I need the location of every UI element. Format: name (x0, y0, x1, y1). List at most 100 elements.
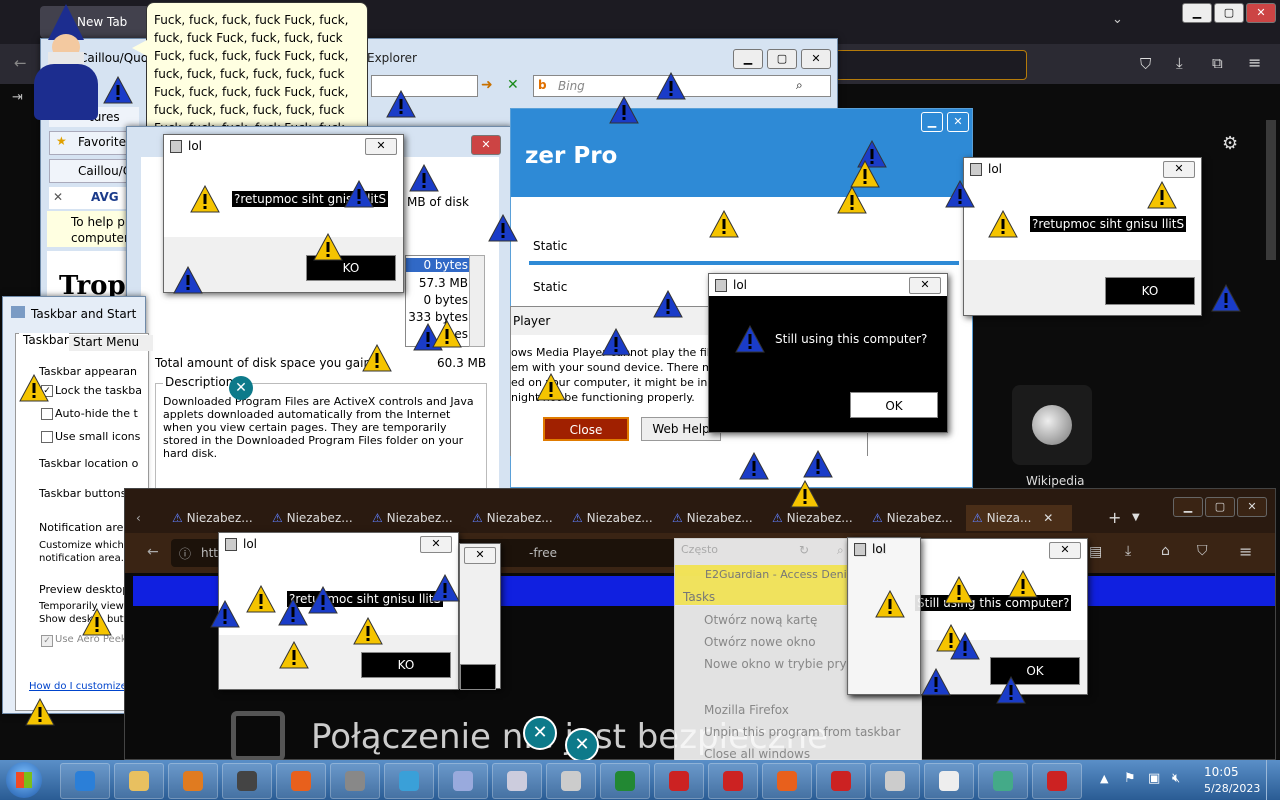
firefox-tab[interactable]: ⚠ Niezabez... (872, 505, 962, 531)
aero-checkbox[interactable]: ✓ (41, 635, 53, 647)
firefox-minimize-button[interactable]: ▁ (1173, 497, 1203, 517)
small-icons-label[interactable]: Use small icons (55, 430, 140, 443)
taskbar-app-button[interactable] (330, 763, 380, 799)
back-icon[interactable]: ← (14, 54, 27, 72)
firefox-tab[interactable]: ⚠ Niezabez... (272, 505, 362, 531)
browser-url-bar[interactable] (830, 50, 1027, 80)
firefox-tab[interactable]: ⚠ Niezabez... (372, 505, 462, 531)
dialog-ok-button[interactable]: KO (361, 652, 451, 678)
taskbar-app-button[interactable] (708, 763, 758, 799)
jumplist-new-window[interactable]: Otwórz nowe okno (704, 635, 816, 649)
disk-cleanup-close-button[interactable]: ✕ (471, 135, 501, 155)
firefox-tab[interactable]: ⚠ Niezabez... (672, 505, 762, 531)
lock-label[interactable]: Lock the taskba (55, 384, 142, 397)
info-icon[interactable]: ⓘ (179, 545, 191, 562)
firefox-tab[interactable]: ⚠ Niezabez... (172, 505, 262, 531)
taskbar-app-button[interactable] (60, 763, 110, 799)
avg-close-icon[interactable]: ✕ (53, 190, 63, 204)
taskbar-app-button[interactable] (978, 763, 1028, 799)
customize-link[interactable]: How do I customize (29, 681, 127, 692)
dialog-close-button[interactable]: ✕ (1163, 161, 1195, 178)
dialog-close-button[interactable]: ✕ (420, 536, 452, 553)
home-icon[interactable]: ⌂ (1161, 543, 1170, 559)
menu-icon[interactable]: ≡ (1239, 542, 1252, 561)
taskbar-app-button[interactable] (600, 763, 650, 799)
search-icon[interactable]: ⌕ (837, 543, 844, 558)
dialog-ok-button-partial[interactable] (460, 664, 496, 690)
sign-in-icon[interactable]: ⇥ (12, 90, 23, 105)
reader-icon[interactable]: ▤ (1089, 544, 1102, 560)
ie-minimize-button[interactable]: ▁ (733, 49, 763, 69)
search-icon[interactable]: ⌕ (796, 78, 803, 93)
analyzer-close-button[interactable]: ✕ (947, 112, 969, 132)
close-circle-icon[interactable]: ✕ (229, 376, 253, 400)
wikipedia-tile[interactable] (1012, 385, 1092, 465)
jumplist-new-tab[interactable]: Otwórz nową kartę (704, 613, 817, 627)
firefox-close-button[interactable]: ✕ (1237, 497, 1267, 517)
close-button[interactable]: ✕ (1246, 3, 1276, 23)
download-icon[interactable]: ⤓ (1176, 54, 1183, 72)
extensions-icon[interactable]: ⧉ (1212, 54, 1223, 72)
small-icons-checkbox[interactable] (41, 431, 53, 443)
minimize-button[interactable]: ▁ (1182, 3, 1212, 23)
pocket-icon[interactable]: ⛉ (1197, 543, 1208, 559)
analyzer-minimize-button[interactable]: ▁ (921, 112, 943, 132)
wikipedia-label[interactable]: Wikipedia (1026, 474, 1085, 488)
menu-icon[interactable]: ≡ (1248, 53, 1261, 72)
scrollbar[interactable] (1266, 120, 1276, 260)
dialog-close-button[interactable]: ✕ (365, 138, 397, 155)
taskbar-app-button[interactable] (114, 763, 164, 799)
shield-icon[interactable]: ⛉ (1140, 55, 1151, 73)
volume-icon[interactable]: 🔇︎ (1172, 771, 1180, 786)
taskbar-app-button[interactable] (546, 763, 596, 799)
tab-list-chevron-icon[interactable]: ▼ (1132, 505, 1140, 531)
jumplist-close-all[interactable]: Close all windows (704, 747, 810, 761)
ie-maximize-button[interactable]: ▢ (767, 49, 797, 69)
autohide-checkbox[interactable] (41, 408, 53, 420)
clock-date[interactable]: 5/28/2023 (1204, 782, 1260, 795)
taskbar-app-button[interactable] (222, 763, 272, 799)
network-icon[interactable]: ▣ (1148, 771, 1160, 786)
download-icon[interactable]: ⤓ (1125, 543, 1131, 559)
tab-close-icon[interactable]: ✕ (1043, 511, 1053, 525)
tray-expand-icon[interactable]: ▲ (1100, 772, 1108, 785)
jumplist-firefox[interactable]: Mozilla Firefox (704, 703, 789, 717)
tab-taskbar[interactable]: Taskbar (19, 333, 69, 351)
dialog-close-button[interactable]: ✕ (909, 277, 941, 294)
firefox-tab-active[interactable]: ⚠ Nieza... ✕ (966, 505, 1072, 531)
close-circle-icon[interactable]: ✕ (523, 716, 557, 750)
maximize-button[interactable]: ▢ (1214, 3, 1244, 23)
dialog-ok-button[interactable]: KO (1105, 277, 1195, 305)
taskbar-app-button[interactable] (1032, 763, 1082, 799)
gear-icon[interactable]: ⚙ (1222, 133, 1238, 154)
taskbar-app-button[interactable] (870, 763, 920, 799)
back-icon[interactable]: ← (147, 544, 159, 560)
ie-close-button[interactable]: ✕ (801, 49, 831, 69)
refresh-icon[interactable]: ↻ (799, 543, 809, 557)
chevron-down-icon[interactable]: ⌄ (1112, 12, 1123, 27)
clock-time[interactable]: 10:05 (1204, 765, 1239, 779)
taskbar-app-button[interactable] (762, 763, 812, 799)
taskbar-app-button[interactable] (924, 763, 974, 799)
close-circle-icon[interactable]: ✕ (565, 728, 599, 762)
taskbar-app-button[interactable] (654, 763, 704, 799)
ie-stop-icon[interactable]: ✕ (507, 77, 519, 93)
tab-start-menu[interactable]: Start Menu (69, 335, 153, 351)
taskbar-app-button[interactable] (276, 763, 326, 799)
autohide-label[interactable]: Auto-hide the t (55, 407, 138, 420)
wizard-character[interactable] (30, 4, 105, 124)
firefox-tab[interactable]: ⚠ Niezabez... (572, 505, 662, 531)
firefox-tab[interactable]: ⚠ Niezabez... (472, 505, 562, 531)
file-size[interactable]: 0 bytes (406, 293, 468, 307)
show-desktop-button[interactable] (1266, 760, 1280, 800)
dialog-close-button[interactable]: ✕ (1049, 542, 1081, 559)
taskbar-app-button[interactable] (438, 763, 488, 799)
file-size[interactable]: 57.3 MB (406, 276, 468, 290)
jumplist-unpin[interactable]: Unpin this program from taskbar (704, 725, 900, 739)
dialog-close-button[interactable]: ✕ (464, 547, 496, 564)
dialog-ok-button[interactable]: OK (850, 392, 938, 418)
ie-go-icon[interactable]: ➜ (481, 77, 493, 93)
taskbar-app-button[interactable] (168, 763, 218, 799)
wmp-close-button[interactable]: Close (543, 417, 629, 441)
taskbar-app-button[interactable] (384, 763, 434, 799)
